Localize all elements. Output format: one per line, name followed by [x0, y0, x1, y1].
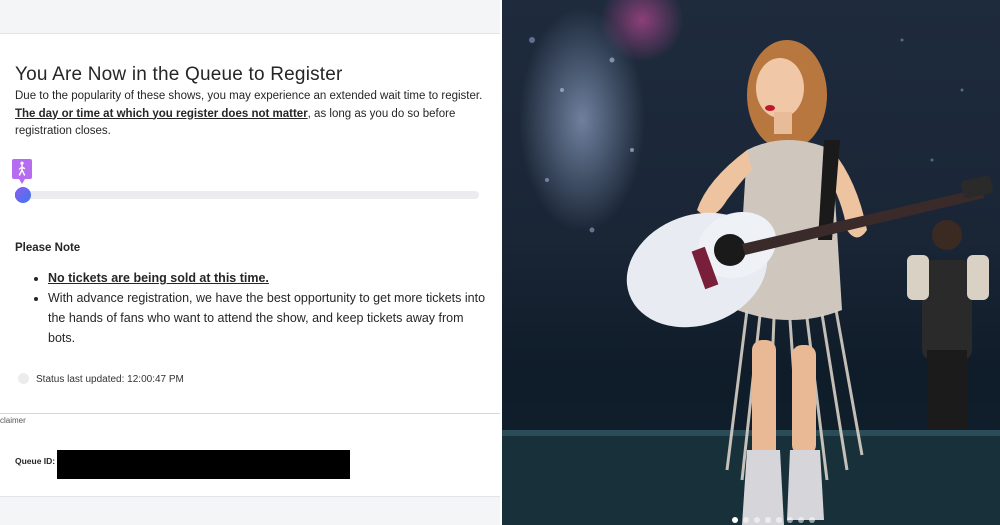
note-heading: Please Note [15, 242, 81, 254]
queue-panel: You Are Now in the Queue to Register Due… [0, 0, 500, 525]
carousel-dots[interactable] [732, 517, 815, 523]
disclaimer-text: claimer [0, 416, 26, 425]
description-emphasis: The day or time at which you register do… [15, 107, 308, 120]
carousel-dot[interactable] [787, 517, 793, 523]
top-bar [0, 0, 500, 34]
status-timestamp: Status last updated: 12:00:47 PM [36, 374, 184, 385]
note-list: No tickets are being sold at this time. … [34, 268, 488, 348]
description-text-1: Due to the popularity of these shows, yo… [15, 90, 483, 102]
carousel-dot[interactable] [743, 517, 749, 523]
performer-illustration [502, 37, 1000, 525]
divider [0, 413, 500, 414]
page-title: You Are Now in the Queue to Register [15, 64, 343, 85]
queue-id-label: Queue ID: [15, 456, 56, 466]
carousel-dot[interactable] [809, 517, 815, 523]
queue-description: Due to the popularity of these shows, yo… [15, 88, 485, 141]
queue-progress-track [15, 191, 479, 199]
status-indicator-icon [18, 373, 29, 384]
carousel-dot[interactable] [732, 517, 738, 523]
queue-id-redacted [57, 450, 350, 479]
list-item: No tickets are being sold at this time. [48, 268, 488, 288]
carousel-dot[interactable] [798, 517, 804, 523]
carousel-dot[interactable] [776, 517, 782, 523]
carousel-dot[interactable] [765, 517, 771, 523]
queue-progress-marker [15, 187, 31, 203]
carousel-dot[interactable] [754, 517, 760, 523]
list-item: With advance registration, we have the b… [48, 288, 488, 348]
walking-person-icon [12, 159, 32, 184]
bottom-bar [0, 496, 500, 525]
concert-photo [502, 0, 1000, 525]
